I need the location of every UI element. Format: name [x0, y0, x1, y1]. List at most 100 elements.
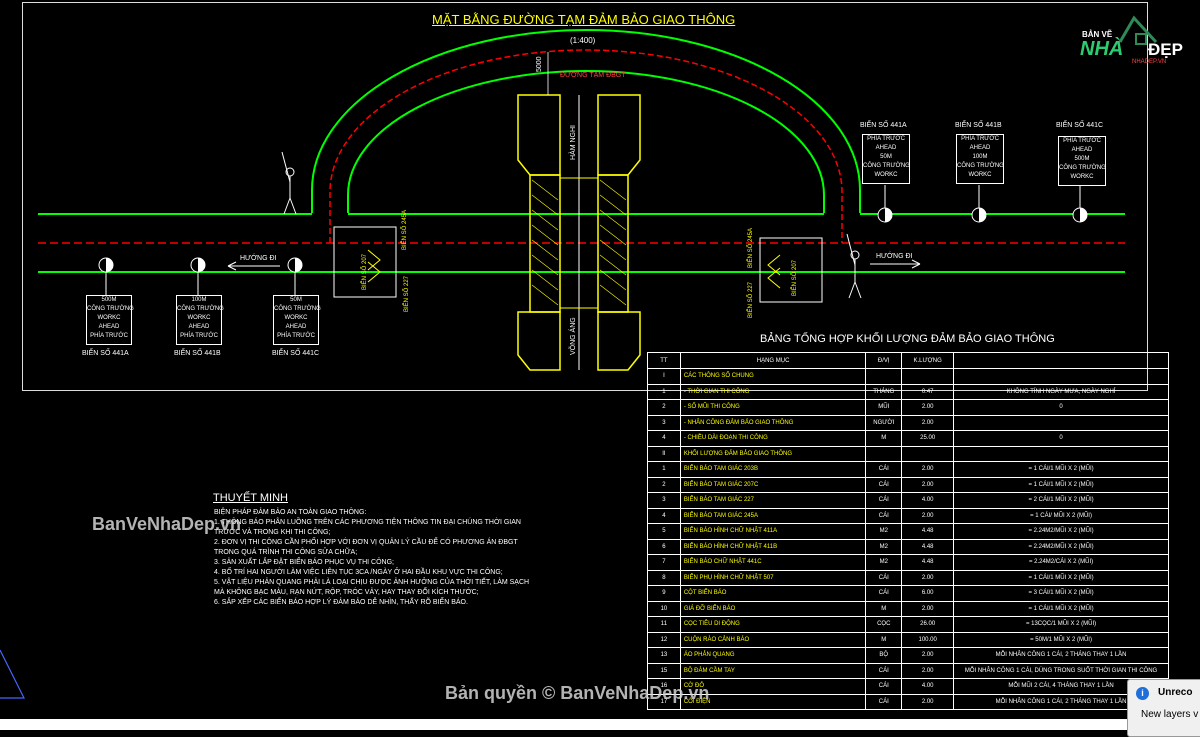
table-cell: 2.00	[901, 414, 955, 431]
table-cell: CÁI	[865, 569, 903, 586]
sign-board-441a-right: PHÍA TRƯỚC AHEAD 50M CÔNG TRƯỜNG WORKC	[862, 134, 910, 184]
table-row: 2 BIỂN BÁO TAM GIÁC 207C CÁI 2.00 = 1 CÁI/1 …	[647, 476, 1169, 493]
street-label-vong-ang: VÕNG ÁNG	[570, 317, 577, 355]
table-cell: = 1 CÁI/1 MŨI X 2 (MŨI)	[953, 569, 1169, 586]
table-cell: M	[865, 600, 903, 617]
table-cell: 2	[647, 399, 681, 416]
table-cell: 1	[647, 383, 681, 400]
note-line: 1. THÔNG BÁO PHÂN LUỒNG TRÊN CÁC PHƯƠNG …	[214, 519, 521, 526]
table-cell: = 3 CÁI/1 MŨI X 2 (MŨI)	[953, 585, 1169, 602]
table-cell: - THỜI GIAN THI CÔNG	[679, 383, 867, 400]
watermark-bottom: Bản quyền © BanVeNhaDep.vn	[445, 683, 710, 703]
table-cell: 2.00	[901, 647, 955, 664]
table-cell: 4.00	[901, 678, 955, 695]
table-cell	[865, 368, 903, 385]
sign-board-441b-right: PHÍA TRƯỚC AHEAD 100M CÔNG TRƯỜNG WORKC	[956, 134, 1004, 184]
table-cell: CỌC TIÊU DI ĐỘNG	[679, 616, 867, 633]
table-header: HẠNG MỤC	[679, 352, 867, 369]
direction-label-right: HƯỚNG ĐI	[876, 253, 913, 260]
table-cell: 0	[953, 399, 1169, 416]
table-row: 3 - NHÂN CÔNG ĐẢM BẢO GIAO THÔNG NGƯỜI 2.0…	[647, 414, 1169, 431]
logo-main: NHÀ	[1080, 38, 1124, 60]
table-cell: I	[647, 368, 681, 385]
table-cell: 2.00	[901, 600, 955, 617]
table-cell: CÁI	[865, 492, 903, 509]
table-cell: 4.48	[901, 523, 955, 540]
sign-label-vertical: BIỂN SỐ 207	[792, 259, 798, 296]
table-row: 16 CỜ ĐỎ CÁI 4.00 MỖI MŨI 2 CÁI, 4 THÁNG THA…	[647, 678, 1169, 695]
table-cell: = 2.24M2/MŨI X 2 (MŨI)	[953, 523, 1169, 540]
table-cell: = 50M/1 MŨI X 2 (MŨI)	[953, 631, 1169, 648]
table-cell: - NHÂN CÔNG ĐẢM BẢO GIAO THÔNG	[679, 414, 867, 431]
sign-label-vertical: BIỂN SỐ 207	[362, 253, 368, 290]
note-line: 4. BỐ TRÍ HAI NGƯỜI LÀM VIỆC LIÊN TỤC 3C…	[214, 569, 503, 576]
note-line: BIỆN PHÁP ĐẢM BẢO AN TOÀN GIAO THÔNG:	[214, 509, 367, 516]
table-cell: 4	[647, 430, 681, 447]
table-cell	[953, 368, 1169, 385]
table-header	[953, 352, 1169, 369]
table-row: I CÁC THÔNG SỐ CHUNG	[647, 368, 1169, 385]
command-line-bar[interactable]	[0, 719, 1200, 730]
table-cell: 10	[647, 600, 681, 617]
dimension-label: 5000	[536, 56, 543, 72]
sign-caption-441b: BIỂN SỐ 441B	[174, 350, 221, 357]
table-cell: 2.00	[901, 399, 955, 416]
sign-board-441c: 50M CÔNG TRƯỜNG WORKC AHEAD PHÍA TRƯỚC	[273, 295, 321, 345]
table-cell: 2.00	[901, 693, 955, 710]
table-cell: BIỂN BÁO TAM GIÁC 203B	[679, 461, 867, 478]
table-row: 8 BIỂN PHỤ HÌNH CHỮ NHẬT 507 CÁI 2.00 = 1 CÁ…	[647, 569, 1169, 586]
street-label-ham-nghi: HÀM NGHI	[570, 125, 577, 160]
table-cell: 2	[647, 476, 681, 493]
table-cell	[865, 445, 903, 462]
table-cell: BIỂN PHỤ HÌNH CHỮ NHẬT 507	[679, 569, 867, 586]
quantity-table: TT HẠNG MỤC Đ/VỊ K.LƯỢNG I CÁC THÔNG SỐ C…	[647, 352, 1169, 710]
sign-caption-441c-right: BIỂN SỐ 441C	[1056, 122, 1104, 129]
table-cell: 4.48	[901, 554, 955, 571]
table-cell: CÁC THÔNG SỐ CHUNG	[679, 368, 867, 385]
table-cell: 25.00	[901, 430, 955, 447]
table-row: 17 CÒI ĐIỆN CÁI 2.00 MỖI NHÂN CÔNG 1 CÁI, 2 …	[647, 693, 1169, 710]
table-row: 11 CỌC TIÊU DI ĐỘNG CỌC 26.00 = 13CỌC/1 MŨI …	[647, 616, 1169, 633]
drawing-title: MẶT BẰNG ĐƯỜNG TẠM ĐẢM BẢO GIAO THÔNG	[432, 12, 736, 27]
table-cell: 0	[953, 430, 1169, 447]
note-line: 6. SẮP XẾP CÁC BIỂN BÁO HỢP LÝ ĐẢM BẢO D…	[214, 599, 468, 606]
table-row: 10 GIÁ ĐỠ BIỂN BÁO M 2.00 = 1 CÁI/1 MŨI X 2 …	[647, 600, 1169, 617]
table-cell: = 1 CÁI/1 MŨI X 2 (MŨI)	[953, 600, 1169, 617]
table-cell: CÁI	[865, 693, 903, 710]
table-cell: 6.00	[901, 585, 955, 602]
table-cell: BIỂN BÁO TAM GIÁC 245A	[679, 507, 867, 524]
table-cell: MỖI NHÂN CÔNG 1 CÁI, 2 THÁNG THAY 1 LẦN	[953, 647, 1169, 664]
table-cell: M2	[865, 554, 903, 571]
table-cell: BIỂN BÁO TAM GIÁC 227	[679, 492, 867, 509]
table-row: 2 - SỐ MŨI THI CÔNG MŨI 2.00 0	[647, 399, 1169, 416]
table-cell: M2	[865, 523, 903, 540]
ucs-icon	[0, 649, 25, 699]
table-cell: BIỂN BÁO TAM GIÁC 207C	[679, 476, 867, 493]
table-cell	[901, 368, 955, 385]
table-header-row: TT HẠNG MỤC Đ/VỊ K.LƯỢNG	[647, 352, 1169, 369]
table-row: 15 BỘ ĐÀM CẦM TAY CÁI 2.00 MỖI NHÂN CÔNG 1 C…	[647, 662, 1169, 679]
sign-caption-441c: BIỂN SỐ 441C	[272, 350, 320, 357]
sign-caption-441b-right: BIỂN SỐ 441B	[955, 122, 1002, 129]
table-cell: CÁI	[865, 662, 903, 679]
table-cell: CUỘN RÀO CẢNH BÁO	[679, 631, 867, 648]
note-line: TRƯỚC VÀ TRONG KHI THI CÔNG;	[214, 529, 331, 536]
table-cell: 7	[647, 554, 681, 571]
table-row: 12 CUỘN RÀO CẢNH BÁO M 100.00 = 50M/1 MŨI X …	[647, 631, 1169, 648]
table-cell: 2.00	[901, 461, 955, 478]
info-icon: i	[1136, 687, 1149, 700]
table-cell: 9	[647, 585, 681, 602]
table-cell: = 1 CÁI/ MŨI X 2 (MŨI)	[953, 507, 1169, 524]
table-cell: NGƯỜI	[865, 414, 903, 431]
brand-logo: BẢN VẼ NHÀ ĐẸP NHADEP.VN	[1076, 12, 1190, 66]
table-cell: = 13CỌC/1 MŨI X 2 (MŨI)	[953, 616, 1169, 633]
table-row: 13 ÁO PHẢN QUANG BỘ 2.00 MỖI NHÂN CÔNG 1 CÁI…	[647, 647, 1169, 664]
table-row: 1 - THỜI GIAN THI CÔNG THÁNG 0.47 KHÔNG TÍN…	[647, 383, 1169, 400]
note-line: 3. SẢN XUẤT LẮP ĐẶT BIỂN BÁO PHỤC VỤ THI…	[214, 559, 394, 566]
sign-label-vertical: BIỂN SỐ 245A	[748, 227, 754, 268]
table-cell	[953, 414, 1169, 431]
table-cell: 2.00	[901, 476, 955, 493]
sign-label-vertical: BIỂN SỐ 227	[748, 281, 754, 318]
notification-popup[interactable]: i Unreco New layers v	[1127, 679, 1200, 737]
table-cell: KHÔNG TÍNH NGÀY MƯA, NGÀY NGHỈ	[953, 383, 1169, 400]
